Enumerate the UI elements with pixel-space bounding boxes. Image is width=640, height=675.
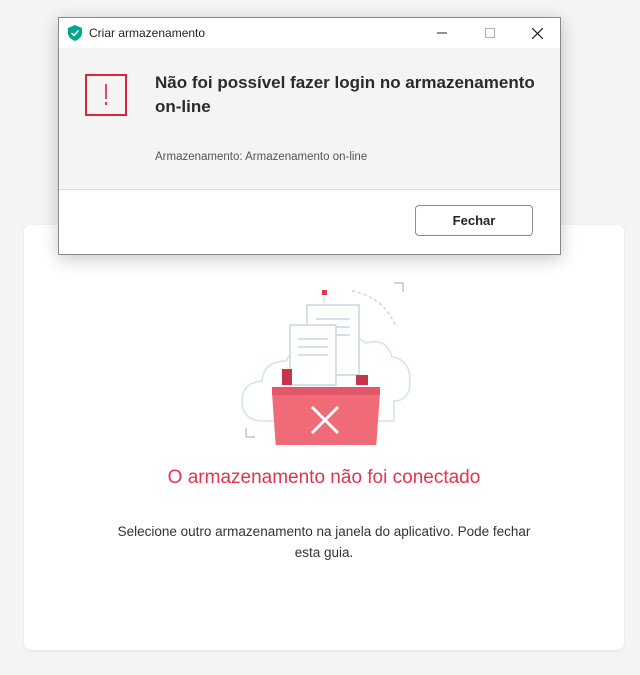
card-title: O armazenamento não foi conectado bbox=[167, 467, 481, 488]
minimize-button[interactable] bbox=[419, 18, 465, 48]
maximize-icon bbox=[485, 28, 495, 38]
dialog-title: Criar armazenamento bbox=[89, 26, 206, 40]
folder-error-icon bbox=[241, 282, 411, 445]
shield-check-icon bbox=[68, 25, 82, 41]
dialog-headline: Não foi possível fazer login no armazena… bbox=[155, 73, 535, 116]
close-icon bbox=[531, 27, 543, 39]
maximize-button[interactable] bbox=[467, 18, 513, 48]
close-button[interactable]: Fechar bbox=[415, 205, 533, 236]
dialog-titlebar[interactable]: Criar armazenamento bbox=[59, 18, 560, 48]
card-message: Selecione outro armazenamento na janela … bbox=[117, 524, 531, 560]
result-card: O armazenamento não foi conectado Seleci… bbox=[24, 225, 624, 650]
error-dialog: Criar armazenamento Não foi possível faz… bbox=[58, 17, 561, 255]
error-icon bbox=[85, 74, 127, 116]
window-close-button[interactable] bbox=[514, 18, 560, 48]
dialog-footer: Fechar bbox=[59, 190, 560, 254]
storage-info: Armazenamento: Armazenamento on-line bbox=[155, 151, 368, 163]
exclamation-glyph bbox=[105, 84, 107, 105]
minimize-icon bbox=[437, 32, 447, 34]
